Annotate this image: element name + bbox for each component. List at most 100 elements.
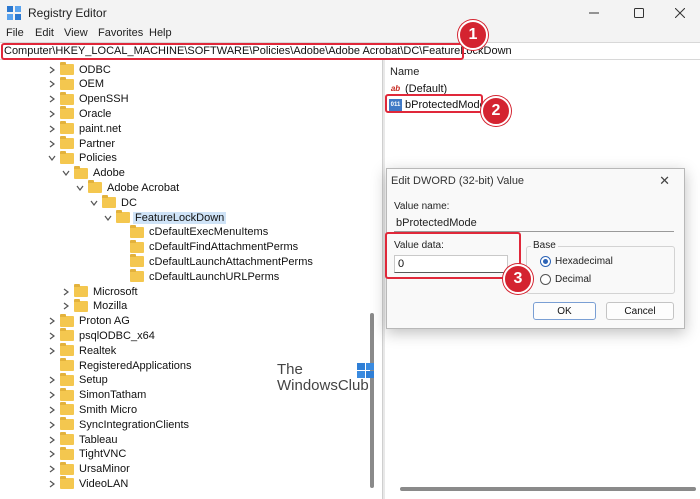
tree-item-tableau[interactable]: Tableau bbox=[47, 432, 120, 447]
tree-item-label: Mozilla bbox=[93, 300, 128, 313]
tree-item-videolan[interactable]: VideoLAN bbox=[47, 476, 130, 491]
tree-item-psqlodbc-x64[interactable]: psqlODBC_x64 bbox=[47, 328, 157, 343]
chevron-down-icon[interactable] bbox=[47, 151, 57, 166]
chevron-right-icon[interactable] bbox=[61, 299, 71, 314]
tree-item-microsoft[interactable]: Microsoft bbox=[61, 284, 140, 299]
chevron-right-icon[interactable] bbox=[47, 77, 57, 92]
tree-item-adobe[interactable]: Adobe bbox=[61, 165, 127, 181]
tree-item-oracle[interactable]: Oracle bbox=[47, 106, 113, 121]
tree-item-proton-ag[interactable]: Proton AG bbox=[47, 313, 132, 329]
watermark-line-2: WindowsClub bbox=[277, 377, 369, 394]
chevron-right-icon[interactable] bbox=[47, 328, 57, 343]
tree-item-dc[interactable]: DC bbox=[89, 195, 139, 210]
tree-item-ursaminor[interactable]: UrsaMinor bbox=[47, 461, 132, 477]
chevron-down-icon[interactable] bbox=[89, 195, 99, 210]
menu-edit[interactable]: Edit bbox=[35, 27, 54, 39]
chevron-right-icon[interactable] bbox=[47, 432, 57, 447]
watermark-line-1: The bbox=[277, 361, 303, 378]
tree-item-cdefaultexecmenuitems[interactable]: cDefaultExecMenuItems bbox=[117, 224, 270, 240]
tree-item-label: cDefaultLaunchURLPerms bbox=[149, 270, 280, 283]
tree-item-adobe-acrobat[interactable]: Adobe Acrobat bbox=[75, 180, 181, 195]
tree-item-syncintegrationclients[interactable]: SyncIntegrationClients bbox=[47, 417, 191, 432]
chevron-right-icon[interactable] bbox=[47, 121, 57, 136]
close-window-button[interactable] bbox=[660, 2, 700, 24]
menu-bar: File Edit View Favorites Help bbox=[0, 26, 700, 42]
folder-icon bbox=[60, 150, 74, 164]
radio-button-checked[interactable] bbox=[540, 256, 551, 267]
tree-item-simontatham[interactable]: SimonTatham bbox=[47, 387, 148, 403]
minimize-button[interactable] bbox=[574, 2, 614, 24]
tree-item-mozilla[interactable]: Mozilla bbox=[61, 298, 129, 314]
address-bar-highlight bbox=[1, 43, 464, 60]
tree-item-cdefaultfindattachmentperms[interactable]: cDefaultFindAttachmentPerms bbox=[117, 239, 300, 255]
chevron-right-icon[interactable] bbox=[47, 314, 57, 329]
folder-icon bbox=[102, 195, 116, 209]
chevron-right-icon[interactable] bbox=[47, 62, 57, 77]
menu-file[interactable]: File bbox=[6, 27, 24, 39]
column-header-name[interactable]: Name bbox=[390, 66, 419, 78]
chevron-down-icon[interactable] bbox=[103, 210, 113, 225]
folder-icon bbox=[60, 372, 74, 386]
folder-icon bbox=[74, 284, 88, 297]
chevron-right-icon[interactable] bbox=[47, 462, 57, 477]
tree-item-policies[interactable]: Policies bbox=[47, 150, 119, 166]
tree-item-label: paint.net bbox=[79, 122, 122, 135]
tree-item-partner[interactable]: Partner bbox=[47, 136, 117, 151]
menu-favorites[interactable]: Favorites bbox=[98, 27, 143, 39]
chevron-right-icon[interactable] bbox=[47, 417, 57, 432]
tree-item-realtek[interactable]: Realtek bbox=[47, 343, 118, 358]
tree-item-odbc[interactable]: ODBC bbox=[47, 62, 113, 77]
chevron-down-icon[interactable] bbox=[75, 180, 85, 195]
tree-item-registeredapplications[interactable]: RegisteredApplications bbox=[47, 358, 194, 373]
tree-item-label: OEM bbox=[79, 78, 105, 91]
chevron-right-icon[interactable] bbox=[47, 92, 57, 107]
title-bar: Registry Editor bbox=[0, 0, 700, 26]
chevron-right-icon[interactable] bbox=[47, 388, 57, 403]
tree-item-cdefaultlaunchattachmentperms[interactable]: cDefaultLaunchAttachmentPerms bbox=[117, 254, 315, 269]
tree-item-label: VideoLAN bbox=[79, 477, 129, 490]
ok-button[interactable]: OK bbox=[533, 302, 596, 320]
radio-decimal-label: Decimal bbox=[555, 274, 592, 285]
radio-button[interactable] bbox=[540, 274, 551, 285]
tree-item-smith-micro[interactable]: Smith Micro bbox=[47, 402, 139, 417]
tree-item-oem[interactable]: OEM bbox=[47, 76, 106, 92]
chevron-right-icon[interactable] bbox=[47, 343, 57, 358]
tree-item-cdefaultlaunchurlperms[interactable]: cDefaultLaunchURLPerms bbox=[117, 269, 281, 284]
tree-item-tightvnc[interactable]: TightVNC bbox=[47, 446, 128, 462]
callout-badge-3: 3 bbox=[503, 264, 533, 294]
chevron-right-icon[interactable] bbox=[47, 447, 57, 462]
folder-icon bbox=[116, 210, 130, 223]
cancel-button[interactable]: Cancel bbox=[606, 302, 674, 320]
tree-item-label: OpenSSH bbox=[79, 93, 129, 106]
tree-item-setup[interactable]: Setup bbox=[47, 372, 110, 388]
folder-icon bbox=[130, 254, 144, 268]
tree-item-featurelockdown[interactable]: FeatureLockDown bbox=[103, 210, 227, 225]
menu-help[interactable]: Help bbox=[149, 27, 172, 39]
chevron-right-icon[interactable] bbox=[47, 402, 57, 417]
folder-icon bbox=[60, 328, 74, 342]
dialog-close-button[interactable]: ✕ bbox=[659, 173, 670, 189]
tree-item-label: SyncIntegrationClients bbox=[79, 418, 190, 431]
chevron-down-icon[interactable] bbox=[61, 166, 71, 181]
folder-icon bbox=[130, 239, 144, 253]
registry-key-tree: ODBC OEM OpenSSH Oracle paint.net Partner Poli… bbox=[0, 60, 382, 499]
value-name-label: Value name: bbox=[394, 201, 450, 212]
chevron-right-icon[interactable] bbox=[47, 476, 57, 491]
maximize-button[interactable] bbox=[619, 2, 659, 24]
chevron-right-icon[interactable] bbox=[61, 284, 71, 299]
values-hscrollbar-thumb[interactable] bbox=[400, 487, 696, 491]
folder-icon bbox=[60, 446, 74, 460]
tree-item-paint-net[interactable]: paint.net bbox=[47, 121, 123, 136]
chevron-right-icon[interactable] bbox=[47, 136, 57, 151]
tree-item-label: TightVNC bbox=[79, 448, 127, 461]
tree-item-openssh[interactable]: OpenSSH bbox=[47, 91, 131, 107]
chevron-right-icon[interactable] bbox=[47, 106, 57, 121]
menu-view[interactable]: View bbox=[64, 27, 88, 39]
radio-hexadecimal[interactable]: Hexadecimal bbox=[540, 256, 613, 267]
tree-scrollbar-thumb[interactable] bbox=[370, 313, 374, 488]
chevron-right-icon[interactable] bbox=[47, 373, 57, 388]
radio-decimal[interactable]: Decimal bbox=[540, 274, 591, 285]
